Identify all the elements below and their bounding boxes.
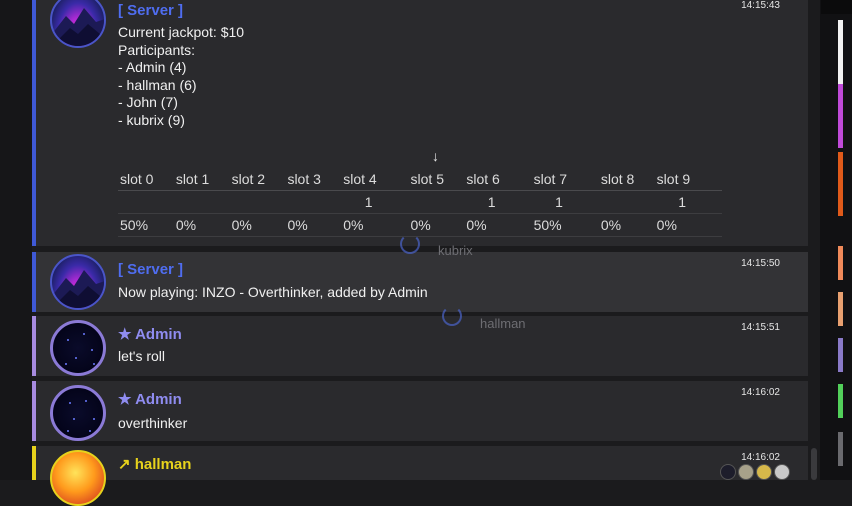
slot-percent: 0% [341, 213, 409, 237]
slot-count [285, 190, 342, 214]
sidebar-strip[interactable] [838, 20, 843, 88]
sidebar-strip[interactable] [838, 246, 843, 280]
spinner-icon [442, 306, 462, 326]
timestamp: 14:15:43 [741, 0, 780, 11]
author-name[interactable]: ↗ hallman [118, 455, 191, 473]
slot-header: slot 3 [285, 168, 342, 191]
timestamp: 14:15:50 [741, 258, 780, 269]
slot-percent: 0% [285, 213, 342, 237]
admin-avatar-icon[interactable] [50, 320, 106, 376]
hallman-avatar-icon[interactable] [50, 450, 106, 506]
author-label: hallman [134, 456, 192, 473]
reaction-icon[interactable] [774, 464, 790, 480]
message-hallman: ↗ hallman 14:16:02 [32, 446, 808, 506]
reaction-icons[interactable] [720, 464, 790, 480]
slot-count: 1 [654, 190, 722, 214]
slot-count [229, 190, 286, 214]
chat-scrollbar-thumb[interactable] [811, 448, 817, 480]
slot-count [408, 190, 465, 214]
participants-label: Participants: [118, 41, 196, 58]
participant-item: - kubrix (9) [118, 111, 185, 128]
server-avatar-icon[interactable] [50, 254, 106, 310]
jackpot-text: Current jackpot: $10 Participants: - Adm… [118, 24, 244, 129]
slot-percent: 50% [531, 213, 599, 237]
pointer-arrow: ↓ [432, 148, 439, 164]
message-admin-2: ★ Admin 14:16:02 overthinker [32, 381, 808, 441]
typing-indicator-user: kubrix [438, 243, 473, 258]
slots-count-row: 1 1 1 1 [118, 190, 722, 214]
slot-percent: 0% [654, 213, 722, 237]
server-avatar-icon[interactable] [50, 0, 106, 48]
slot-header: slot 4 [341, 168, 409, 191]
slot-count [598, 190, 655, 214]
slot-percent: 50% [118, 213, 174, 237]
author-label: Admin [135, 326, 182, 343]
participant-item: - Admin (4) [118, 59, 187, 75]
slot-header: slot 9 [654, 168, 722, 191]
slot-percent: 0% [464, 213, 532, 237]
timestamp: 14:16:02 [741, 387, 780, 398]
sidebar-strip[interactable] [838, 292, 843, 326]
slot-count: 1 [341, 190, 409, 214]
slot-header: slot 6 [464, 168, 532, 191]
reaction-icon[interactable] [738, 464, 754, 480]
slots-percent-row: 50% 0% 0% 0% 0% 0% 0% 50% 0% 0% [118, 213, 722, 237]
jackpot-line: Current jackpot: $10 [118, 24, 245, 40]
sidebar-strip[interactable] [838, 432, 843, 466]
admin-avatar-icon[interactable] [50, 385, 106, 441]
left-gutter [0, 0, 32, 480]
chat-scrollbar[interactable] [808, 0, 820, 480]
timestamp: 14:15:51 [741, 322, 780, 333]
author-name[interactable]: ★ Admin [118, 390, 182, 408]
author-name[interactable]: [ Server ] [118, 2, 183, 19]
author-name[interactable]: [ Server ] [118, 261, 183, 278]
star-badge-icon: ★ [118, 326, 132, 343]
sidebar-strip[interactable] [838, 384, 843, 418]
message-text: let's roll [118, 348, 166, 364]
author-label: Admin [135, 391, 182, 408]
sidebar-strip[interactable] [838, 152, 843, 216]
reaction-icon[interactable] [756, 464, 772, 480]
slot-count [173, 190, 230, 214]
sidebar-strip[interactable] [838, 84, 843, 148]
slot-header: slot 0 [118, 168, 174, 191]
slot-percent: 0% [173, 213, 230, 237]
participant-item: - John (7) [118, 94, 178, 110]
slot-percent: 0% [229, 213, 286, 237]
slot-header: slot 5 [408, 168, 465, 191]
message-admin-1: ★ Admin 14:15:51 let's roll [32, 316, 808, 376]
reaction-icon[interactable] [720, 464, 736, 480]
slot-count: 1 [464, 190, 532, 214]
slot-count [118, 190, 174, 214]
author-name[interactable]: ★ Admin [118, 325, 182, 343]
spinner-icon [400, 234, 420, 254]
slot-header: slot 8 [598, 168, 655, 191]
slot-percent: 0% [598, 213, 655, 237]
mountain-icon [52, 270, 104, 308]
message-jackpot: [ Server ] 14:15:43 Current jackpot: $10… [32, 0, 808, 246]
participant-item: - hallman (6) [118, 76, 197, 93]
slots-table: slot 0 slot 1 slot 2 slot 3 slot 4 slot … [118, 168, 722, 237]
mountain-icon [52, 8, 104, 46]
right-sidebar [820, 0, 852, 480]
star-badge-icon: ★ [118, 391, 132, 408]
slot-header: slot 1 [173, 168, 230, 191]
slot-count: 1 [531, 190, 599, 214]
slot-header: slot 7 [531, 168, 599, 191]
message-text: overthinker [118, 415, 188, 431]
message-now-playing: [ Server ] 14:15:50 Now playing: INZO - … [32, 252, 808, 312]
chat-log: [ Server ] 14:15:43 Current jackpot: $10… [0, 0, 820, 506]
slot-percent: 0% [408, 213, 465, 237]
trend-badge-icon: ↗ [118, 456, 131, 473]
message-text: Now playing: INZO - Overthinker, added b… [118, 284, 428, 300]
right-sidebar-header [821, 0, 852, 14]
timestamp: 14:16:02 [741, 452, 780, 463]
typing-indicator-user: hallman [480, 316, 526, 331]
slots-header-row: slot 0 slot 1 slot 2 slot 3 slot 4 slot … [118, 168, 722, 191]
sidebar-strip[interactable] [838, 338, 843, 372]
slot-header: slot 2 [229, 168, 286, 191]
